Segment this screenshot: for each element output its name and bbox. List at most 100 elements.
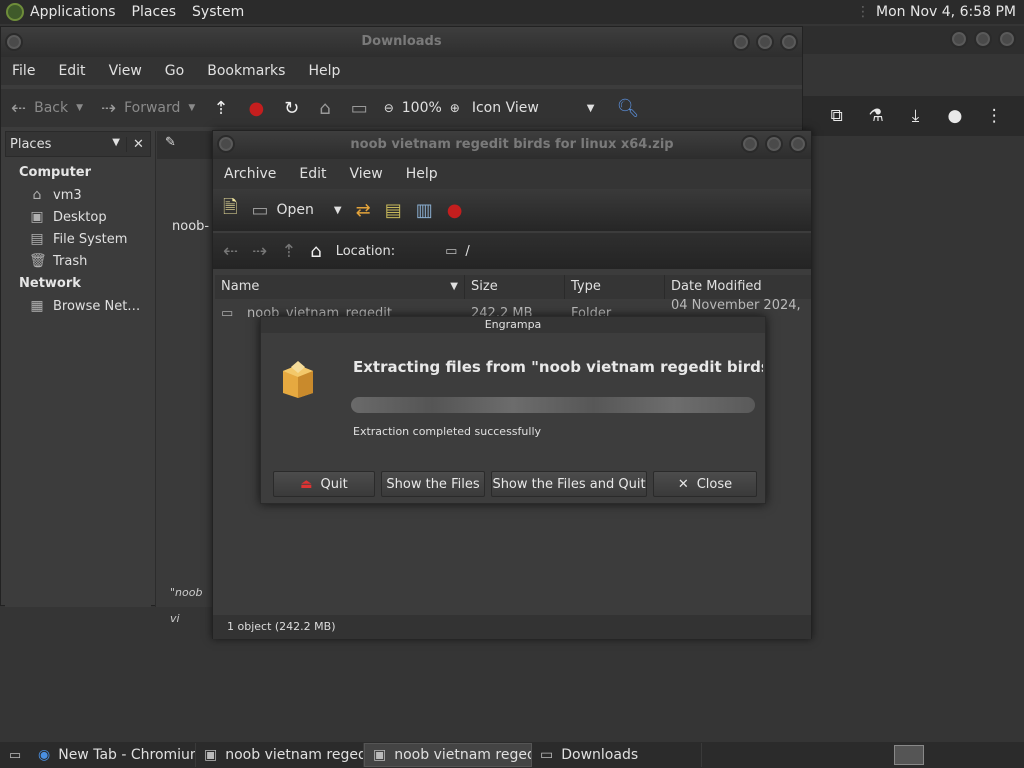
menu-archive[interactable]: Archive — [213, 166, 288, 182]
archive-titlebar[interactable]: noob vietnam regedit birds for linux x64… — [213, 131, 811, 159]
back-arrow-icon: ⇠ — [11, 97, 27, 119]
up-arrow-icon[interactable]: ⇡ — [213, 98, 228, 119]
taskbar-item-archive-2[interactable]: ▣ noob vietnam reged… — [364, 743, 532, 767]
maximize-button[interactable] — [765, 135, 783, 153]
forward-button[interactable]: ⇢ Forward ▼ — [101, 98, 195, 119]
maximize-button[interactable] — [974, 30, 992, 48]
reload-icon[interactable]: ↻ — [284, 98, 299, 119]
new-archive-icon[interactable]: 🗎 — [223, 195, 237, 225]
stop-icon[interactable]: ● — [447, 200, 463, 221]
archive-statusbar: 1 object (242.2 MB) — [213, 615, 811, 639]
taskbar-item-archive-1[interactable]: ▣ noob vietnam reged… — [196, 743, 364, 767]
archive-window-buttons — [741, 135, 807, 153]
home-folder-icon[interactable]: ⌂ — [319, 98, 330, 119]
view-mode-select[interactable]: Icon View ▼ — [472, 100, 595, 116]
column-header-name[interactable]: Name ▼ — [215, 275, 465, 299]
places-item-browse-network[interactable]: ▦ Browse Net… — [5, 295, 151, 317]
show-desktop-icon[interactable]: ▭ — [0, 748, 30, 763]
profile-avatar-icon[interactable]: ● — [943, 106, 967, 126]
add-files-icon[interactable]: ▤ — [385, 200, 402, 221]
menu-edit[interactable]: Edit — [288, 166, 338, 182]
view-mode-label: Icon View — [471, 100, 539, 116]
menu-help[interactable]: Help — [297, 63, 352, 79]
zoom-control[interactable]: ⊖ 100% ⊕ — [384, 100, 460, 116]
folder-icon: ▭ — [221, 305, 234, 321]
back-label: Back — [34, 100, 69, 116]
column-header-size[interactable]: Size — [465, 275, 565, 299]
edit-location-icon[interactable]: ✎ — [165, 135, 176, 150]
downloads-titlebar[interactable]: Downloads — [1, 27, 802, 57]
minimize-button[interactable] — [732, 33, 750, 51]
quit-button[interactable]: ⏏ Quit — [273, 471, 375, 497]
back-arrow-icon[interactable]: ⇠ — [223, 241, 238, 262]
places-item-file-system[interactable]: ▤ File System — [5, 228, 151, 250]
chromium-toolbar: ⧉ ⚗ ⤓ ● ⋮ — [803, 96, 1024, 136]
maximize-button[interactable] — [756, 33, 774, 51]
taskbar-item-label: noob vietnam reged… — [394, 747, 531, 763]
system-menu[interactable]: System — [186, 0, 254, 24]
up-arrow-icon[interactable]: ⇡ — [281, 241, 296, 262]
location-field[interactable]: ▭ / — [445, 244, 470, 259]
places-item-trash[interactable]: 🗑︎ Trash — [5, 250, 151, 272]
home-icon[interactable]: ⌂ — [310, 241, 321, 262]
chevron-down-icon[interactable]: ▼ — [334, 205, 342, 216]
column-label: Name — [221, 279, 260, 294]
taskbar-item-chromium[interactable]: ◉ New Tab - Chromium — [30, 743, 196, 767]
column-header-type[interactable]: Type — [565, 275, 665, 299]
downloads-statusbar: "noob vi — [170, 586, 203, 625]
package-box-icon — [283, 361, 313, 398]
labs-flask-icon[interactable]: ⚗ — [864, 106, 888, 126]
column-header-date-modified[interactable]: Date Modified — [665, 275, 811, 299]
open-button[interactable]: ▭ Open ▼ — [251, 200, 341, 221]
menu-edit[interactable]: Edit — [47, 63, 97, 79]
places-item-label: Browse Net… — [53, 298, 141, 314]
computer-icon[interactable]: ▭ — [351, 98, 368, 119]
menu-go[interactable]: Go — [154, 63, 196, 79]
minimize-button[interactable] — [950, 30, 968, 48]
close-button[interactable] — [780, 33, 798, 51]
dialog-heading: Extracting files from "noob vietnam rege… — [353, 358, 763, 376]
menu-view[interactable]: View — [339, 166, 395, 182]
file-icon-label[interactable]: noob- — [172, 219, 209, 234]
minimize-button[interactable] — [741, 135, 759, 153]
search-icon[interactable]: 🔍︎ — [617, 98, 640, 119]
add-folder-icon[interactable]: ▥ — [416, 200, 433, 221]
places-item-vm3[interactable]: ⌂ vm3 — [5, 184, 151, 206]
menu-help[interactable]: Help — [395, 166, 450, 182]
applications-menu[interactable]: Applications — [24, 0, 126, 24]
more-menu-icon[interactable]: ⋮ — [982, 106, 1006, 126]
menu-view[interactable]: View — [98, 63, 154, 79]
places-item-label: Desktop — [53, 209, 107, 225]
places-item-desktop[interactable]: ▣ Desktop — [5, 206, 151, 228]
extensions-icon[interactable]: ⧉ — [825, 106, 849, 126]
download-icon[interactable]: ⤓ — [903, 106, 927, 126]
menu-bookmarks[interactable]: Bookmarks — [196, 63, 297, 79]
extract-icon[interactable]: ⇄ — [356, 200, 371, 221]
forward-arrow-icon[interactable]: ⇢ — [252, 241, 267, 262]
panel-clock[interactable]: ⋮ Mon Nov 4, 6:58 PM — [856, 4, 1024, 20]
close-button[interactable] — [998, 30, 1016, 48]
show-files-button[interactable]: Show the Files — [381, 471, 485, 497]
places-select[interactable]: Places ▼ — [6, 137, 126, 152]
close-icon: ✕ — [677, 476, 689, 492]
menu-file[interactable]: File — [1, 63, 47, 79]
zoom-in-icon[interactable]: ⊕ — [450, 101, 460, 115]
close-button[interactable] — [789, 135, 807, 153]
show-files-and-quit-button[interactable]: Show the Files and Quit — [491, 471, 647, 497]
window-title: noob vietnam regedit birds for linux x64… — [350, 137, 674, 152]
archive-menubar: Archive Edit View Help — [213, 159, 811, 189]
folder-icon: ▭ — [445, 243, 458, 259]
close-button[interactable]: ✕ Close — [653, 471, 757, 497]
mate-logo-icon[interactable] — [6, 3, 24, 21]
close-sidebar-icon[interactable]: ✕ — [126, 136, 150, 152]
chromium-titlebar[interactable] — [803, 26, 1024, 54]
chevron-down-icon[interactable]: ▼ — [76, 103, 83, 113]
back-button[interactable]: ⇠ Back ▼ — [11, 98, 83, 119]
stop-icon[interactable]: ● — [248, 98, 264, 119]
workspace-switcher[interactable] — [894, 745, 924, 765]
zoom-out-icon[interactable]: ⊖ — [384, 101, 394, 115]
location-label: Location: — [335, 243, 396, 259]
taskbar-item-downloads[interactable]: ▭ Downloads — [532, 743, 702, 767]
chevron-down-icon[interactable]: ▼ — [188, 103, 195, 113]
places-menu[interactable]: Places — [126, 0, 187, 24]
